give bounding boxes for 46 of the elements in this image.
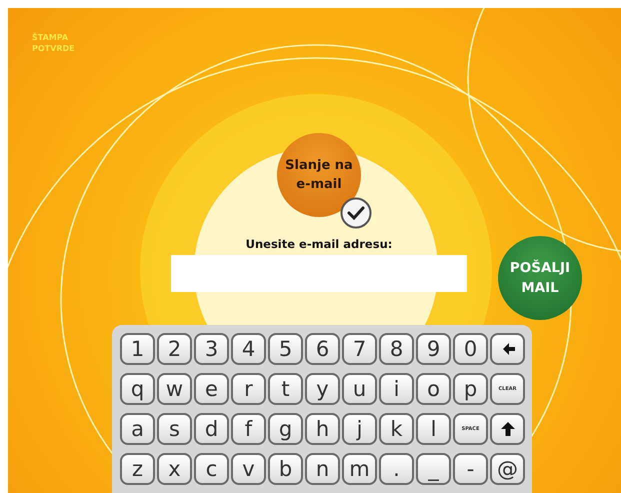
keyboard-key[interactable]: t (268, 373, 303, 405)
keyboard-key[interactable]: @ (490, 453, 525, 485)
keyboard-key[interactable]: k (379, 413, 414, 445)
keyboard-key[interactable]: 6 (305, 333, 340, 365)
keyboard-key[interactable]: 9 (416, 333, 451, 365)
keyboard-key[interactable]: 3 (194, 333, 229, 365)
keyboard-key[interactable]: 2 (157, 333, 192, 365)
keyboard-key[interactable]: x (157, 453, 192, 485)
keyboard-key[interactable]: i (379, 373, 414, 405)
keyboard-key[interactable]: l (416, 413, 451, 445)
keyboard-key[interactable]: c (194, 453, 229, 485)
backspace-key[interactable] (490, 333, 525, 365)
keyboard-key[interactable]: - (453, 453, 488, 485)
keyboard-key[interactable]: n (305, 453, 340, 485)
keyboard-key[interactable]: 5 (268, 333, 303, 365)
keyboard-key[interactable]: q (120, 373, 155, 405)
keyboard-key[interactable]: a (120, 413, 155, 445)
keyboard-key[interactable]: r (231, 373, 266, 405)
keyboard-key[interactable]: h (305, 413, 340, 445)
keyboard-key[interactable]: j (342, 413, 377, 445)
keyboard-key[interactable]: _ (416, 453, 451, 485)
keyboard-key[interactable]: . (379, 453, 414, 485)
keyboard-key[interactable]: 0 (453, 333, 488, 365)
keyboard-key[interactable]: 4 (231, 333, 266, 365)
send-mail-button[interactable]: POŠALJI MAIL (498, 236, 582, 320)
keyboard-key[interactable]: f (231, 413, 266, 445)
keyboard-key[interactable]: y (305, 373, 340, 405)
up-arrow-icon (500, 421, 516, 437)
keyboard-key[interactable]: d (194, 413, 229, 445)
keyboard-key[interactable]: o (416, 373, 451, 405)
email-prompt-label: Unesite e-mail adresu: (246, 237, 392, 251)
keyboard-key[interactable]: 7 (342, 333, 377, 365)
shift-key[interactable] (490, 413, 525, 445)
keyboard-key[interactable]: p (453, 373, 488, 405)
keyboard-key[interactable]: b (268, 453, 303, 485)
keyboard-key[interactable]: g (268, 413, 303, 445)
email-input-field[interactable] (171, 255, 467, 292)
keyboard-key[interactable]: z (120, 453, 155, 485)
keyboard-key[interactable]: u (342, 373, 377, 405)
keyboard-key[interactable]: 1 (120, 333, 155, 365)
keyboard-key[interactable]: s (157, 413, 192, 445)
keyboard-key[interactable]: 8 (379, 333, 414, 365)
keyboard-key[interactable]: w (157, 373, 192, 405)
keyboard-key[interactable]: m (342, 453, 377, 485)
keyboard-key[interactable]: v (231, 453, 266, 485)
keyboard-key[interactable]: e (194, 373, 229, 405)
